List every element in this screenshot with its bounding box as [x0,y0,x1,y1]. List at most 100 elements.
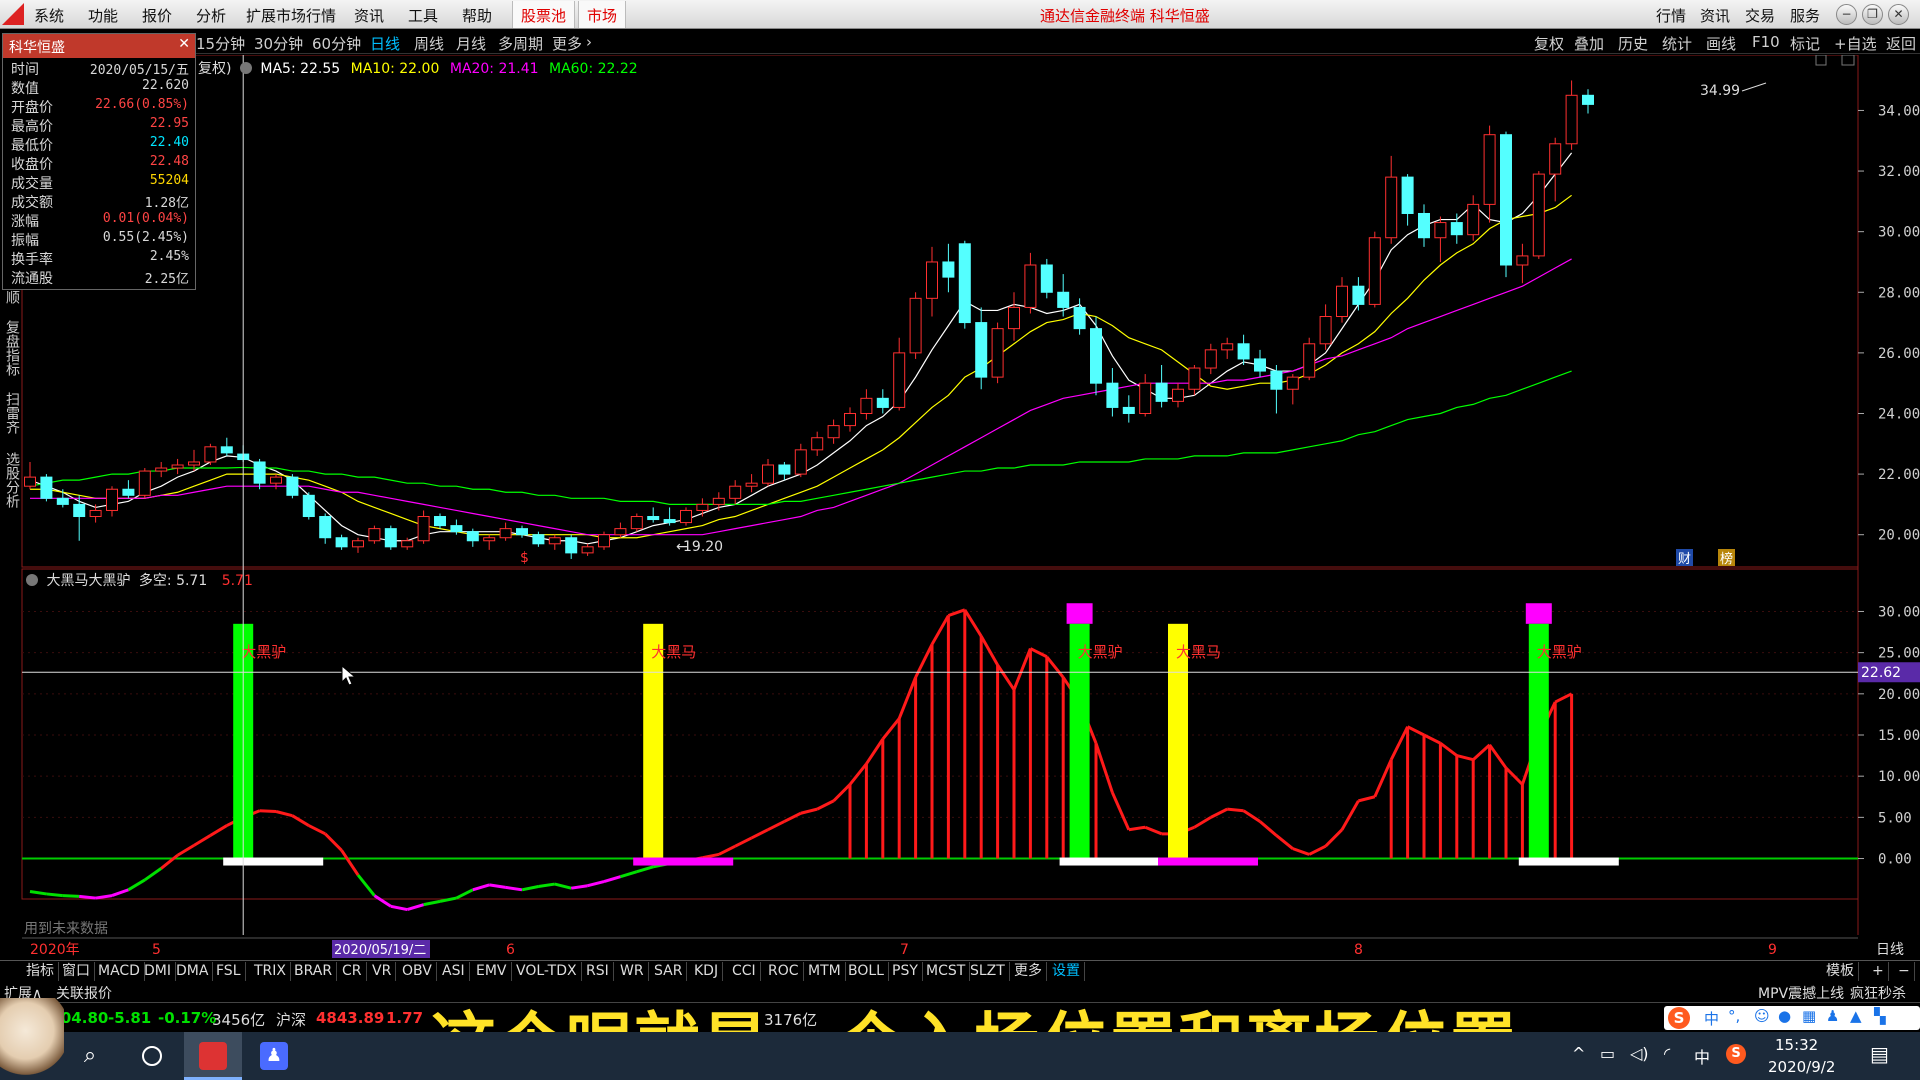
indicator-tab[interactable]: KDJ [690,962,724,981]
vtab-shun[interactable]: 顺 [3,290,20,304]
tool-overlay[interactable]: 叠加 [1574,33,1604,54]
indicator-toggle-icon[interactable] [26,574,38,586]
candle-body[interactable] [1090,328,1102,384]
candle-body[interactable] [876,397,889,408]
candle-body[interactable] [499,528,512,539]
candle-body[interactable] [24,476,36,487]
candle-body[interactable] [1057,291,1070,308]
candle-body[interactable] [1155,382,1168,402]
candle-body[interactable] [958,243,971,324]
candle-body[interactable] [1286,376,1299,390]
candle-body[interactable] [1434,222,1447,239]
period-60min[interactable]: 60分钟 [312,33,361,54]
user-icon[interactable]: ♟ [1826,1007,1839,1025]
notification-icon[interactable]: ▤ [1870,1042,1889,1066]
candle-body[interactable] [1303,343,1316,378]
vtab-replay-indicator[interactable]: 复盘指标 [3,320,20,376]
sogou-icon[interactable]: S [1668,1007,1690,1029]
candle-body[interactable] [565,537,578,554]
close-icon[interactable]: ✕ [1888,4,1909,25]
candle-body[interactable] [1516,255,1529,266]
candle-body[interactable] [1254,358,1266,372]
candle-body[interactable] [1385,176,1398,239]
network-icon[interactable]: ◜ [1664,1044,1670,1063]
indicator-tab[interactable]: SLZT [966,962,1010,981]
period-weekly[interactable]: 周线 [414,33,444,54]
indicator-tab[interactable]: 设置 [1048,962,1085,981]
candle-body[interactable] [926,261,938,299]
grid-icon[interactable]: ▚ [1874,1007,1886,1025]
keyboard-icon[interactable]: ▦ [1802,1007,1816,1025]
indicator-tab[interactable]: WR [616,962,649,981]
tool-add-watch[interactable]: +自选 [1834,33,1877,54]
menu-tools[interactable]: 工具 [408,5,438,26]
candle-body[interactable] [335,537,348,548]
candle-body[interactable] [729,485,742,499]
candle-body[interactable] [122,488,135,496]
candle-body[interactable] [450,525,463,533]
candle-body[interactable] [286,476,299,496]
candle-body[interactable] [1221,343,1234,351]
related-quote-tab[interactable]: 关联报价 [56,983,112,1003]
skin-icon[interactable]: ▲ [1850,1007,1862,1025]
candle-body[interactable] [1106,382,1119,408]
candle-body[interactable] [1532,173,1545,257]
restore-icon[interactable]: ❐ [1862,4,1883,25]
candle-body[interactable] [368,528,381,542]
indicator-tab[interactable]: 更多 [1010,962,1047,981]
candle-body[interactable] [1418,212,1430,239]
indicator-right-control[interactable]: − [1894,962,1915,981]
tool-history[interactable]: 历史 [1618,33,1648,54]
ime-mode-label[interactable]: 中 [1704,1008,1719,1029]
tool-draw[interactable]: 画线 [1706,33,1736,54]
candle-body[interactable] [106,488,118,511]
indicator-right-control[interactable]: + [1868,962,1889,981]
candle-body[interactable] [811,437,824,451]
candle-body[interactable] [1188,367,1201,390]
period-15min[interactable]: 15分钟 [196,33,245,54]
candle-body[interactable] [1401,176,1414,214]
indicator-tab[interactable]: MCST [922,962,971,981]
taskbar-tdx-app[interactable] [184,1032,242,1080]
chevron-right-icon[interactable]: › [586,33,592,51]
candle-body[interactable] [1319,316,1332,345]
candle-body[interactable] [466,531,479,542]
ime-toolbar[interactable]: S 中 °, ☺ ● ▦ ♟ ▲ ▚ [1664,1006,1920,1030]
candle-body[interactable] [975,322,988,378]
indicator-tab[interactable]: ASI [438,962,470,981]
candle-body[interactable] [860,397,873,414]
candle-body[interactable] [794,449,807,475]
indicator-tab[interactable]: OBV [398,962,437,981]
period-more[interactable]: 更多 [552,33,582,54]
tool-back[interactable]: 返回 [1886,33,1916,54]
candle-body[interactable] [220,446,233,454]
candle-body[interactable] [417,516,430,542]
sogou-tray-icon[interactable]: S [1726,1044,1746,1064]
indicator-tab[interactable]: VOL-TDX [512,962,582,981]
ime-tray-label[interactable]: 中 [1694,1044,1710,1068]
candle-body[interactable] [1467,203,1480,236]
candle-body[interactable] [1024,264,1037,308]
info-panel-header[interactable]: 科华恒盛 ✕ [3,34,195,58]
candle-body[interactable] [1582,94,1594,105]
period-multi[interactable]: 多周期 [498,33,543,54]
indicator-tab[interactable]: MTM [804,962,846,981]
menu-news[interactable]: 资讯 [354,5,384,26]
candle-body[interactable] [1139,382,1152,414]
menu-quote[interactable]: 报价 [142,5,172,26]
menu-right-service[interactable]: 服务 [1790,5,1820,26]
menu-help[interactable]: 帮助 [462,5,492,26]
candle-body[interactable] [844,412,856,427]
emoji-icon[interactable]: ☺ [1754,1007,1770,1025]
kline-chart[interactable]: 34.00 32.00 30.00 28.00 26.00 24.00 22.00 20.00… [0,55,1920,960]
candle-body[interactable] [1270,370,1283,390]
minimize-icon[interactable]: − [1836,4,1857,25]
candle-body[interactable] [581,546,594,554]
indicator-tab[interactable]: PSY [888,962,923,981]
candle-body[interactable] [1008,306,1020,330]
candle-body[interactable] [712,497,725,505]
cortana-icon[interactable] [136,1040,168,1072]
mic-icon[interactable]: ● [1778,1007,1791,1025]
legend-toggle-icon[interactable] [239,62,252,74]
indicator-tab[interactable]: 窗口 [58,962,95,981]
